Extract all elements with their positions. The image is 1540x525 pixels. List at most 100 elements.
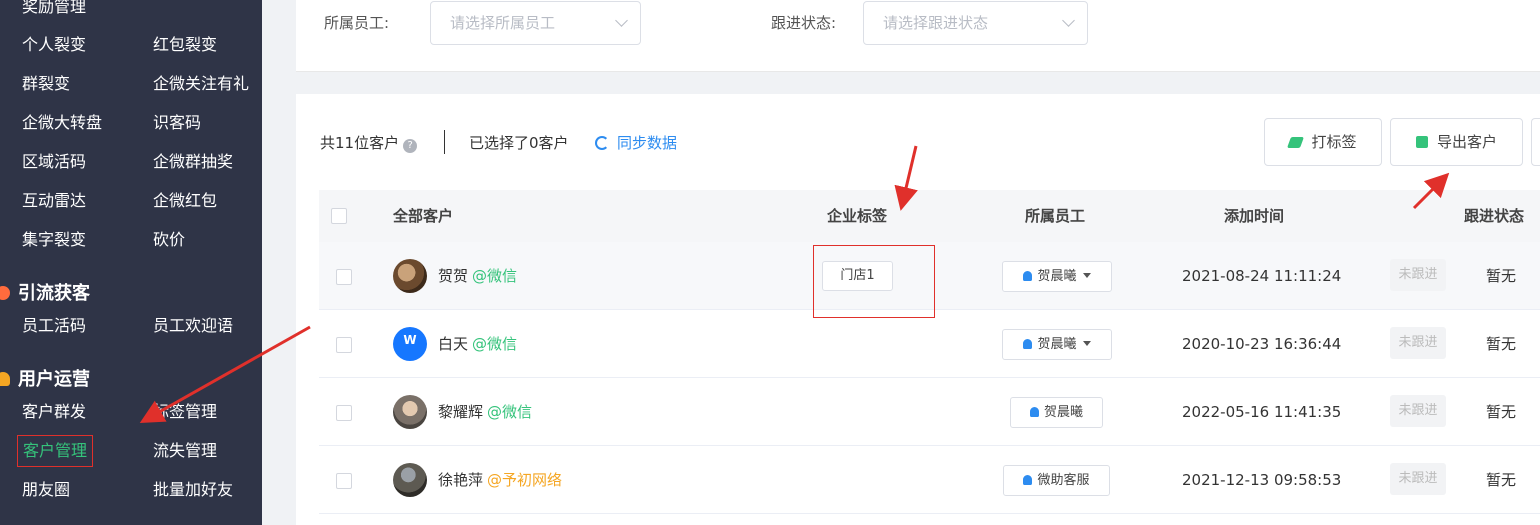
person-icon	[1023, 475, 1033, 485]
sidebar-item-churn-manage[interactable]: 流失管理	[153, 440, 217, 462]
follow-note: 暂无	[1486, 403, 1517, 421]
customer-count: 共11位客户?	[320, 132, 418, 154]
refresh-icon	[595, 136, 609, 150]
table-header: 全部客户 企业标签 所属员工 添加时间 跟进状态	[319, 190, 1540, 242]
staff-select-placeholder: 请选择所属员工	[450, 14, 556, 32]
filter-bar: 所属员工: 请选择所属员工 跟进状态: 请选择跟进状态	[296, 0, 1540, 72]
staff-name: 贺晨曦	[1037, 337, 1077, 352]
status-select[interactable]: 请选择跟进状态	[863, 1, 1088, 45]
status-badge: 未跟进	[1390, 259, 1446, 291]
sidebar-item-group-fission[interactable]: 群裂变	[22, 73, 70, 95]
staff-dropdown[interactable]: 贺晨曦	[1002, 329, 1112, 360]
chevron-down-icon	[1062, 14, 1075, 27]
customer-name-text: 徐艳萍	[438, 471, 484, 489]
sidebar-item-redpacket-fission[interactable]: 红包裂变	[153, 34, 217, 56]
export-icon	[1415, 136, 1428, 148]
sidebar-item-batch-add[interactable]: 批量加好友	[153, 479, 233, 501]
header-added-time: 添加时间	[1224, 207, 1285, 225]
header-tags: 企业标签	[827, 207, 888, 225]
row-checkbox[interactable]	[336, 269, 352, 285]
staff-select[interactable]: 请选择所属员工	[430, 1, 641, 45]
customer-name[interactable]: 贺贺 @微信	[438, 265, 517, 287]
table-row[interactable]: W 白天 @微信 贺晨曦 2020-10-23 16:36:44 未跟进 暂无	[319, 310, 1540, 378]
sidebar-item-customer-code[interactable]: 识客码	[153, 112, 201, 134]
chevron-down-icon	[615, 14, 628, 27]
sidebar-item-tag-manage[interactable]: 标签管理	[153, 401, 217, 423]
row-checkbox[interactable]	[336, 405, 352, 421]
sidebar-item-personal-fission[interactable]: 个人裂变	[22, 34, 86, 56]
customer-name-text: 黎耀辉	[438, 403, 484, 421]
sidebar-item-mass-send[interactable]: 客户群发	[22, 401, 86, 423]
help-icon[interactable]: ?	[403, 139, 418, 153]
sidebar-item-bargain[interactable]: 砍价	[153, 229, 185, 251]
avatar: W	[393, 327, 427, 361]
tag-button[interactable]: 打标签	[1264, 118, 1382, 166]
staff-filter-label: 所属员工:	[324, 14, 390, 32]
customer-source: @微信	[487, 403, 533, 421]
table-row[interactable]: 徐艳萍 @予初网络 微助客服 2021-12-13 09:58:53 未跟进 暂无	[319, 446, 1540, 514]
staff-name: 贺晨曦	[1037, 269, 1077, 284]
selected-count: 已选择了0客户	[469, 134, 569, 152]
caret-down-icon	[1082, 273, 1091, 278]
customer-name-text: 白天	[438, 335, 469, 353]
follow-note: 暂无	[1486, 267, 1517, 285]
more-button[interactable]	[1531, 118, 1540, 166]
sync-data-link[interactable]: 同步数据	[595, 132, 677, 154]
sidebar-item-radar[interactable]: 互动雷达	[22, 190, 86, 212]
customer-source: @微信	[472, 335, 518, 353]
export-button[interactable]: 导出客户	[1390, 118, 1523, 166]
annotation-box	[813, 245, 935, 318]
sidebar-item-rewards[interactable]: 奖励管理	[22, 0, 86, 18]
user-icon	[0, 372, 10, 386]
row-checkbox[interactable]	[336, 337, 352, 353]
sidebar-item-area-code[interactable]: 区域活码	[22, 151, 86, 173]
export-button-label: 导出客户	[1436, 133, 1497, 151]
section-ops: 用户运营	[0, 365, 90, 391]
tag-icon	[1287, 137, 1305, 148]
section-traffic: 引流获客	[0, 279, 90, 305]
customer-name[interactable]: 黎耀辉 @微信	[438, 401, 532, 423]
person-icon	[1023, 339, 1033, 349]
added-time: 2021-08-24 11:11:24	[1182, 267, 1342, 285]
avatar	[393, 463, 427, 497]
status-filter-label: 跟进状态:	[771, 14, 837, 32]
section-ops-label: 用户运营	[18, 369, 90, 390]
staff-name: 贺晨曦	[1043, 405, 1083, 420]
staff-button[interactable]: 贺晨曦	[1010, 397, 1103, 428]
status-badge: 未跟进	[1390, 395, 1446, 427]
row-checkbox[interactable]	[336, 473, 352, 489]
app-root: 奖励管理 个人裂变 红包裂变 群裂变 企微关注有礼 企微大转盘 识客码 区域活码…	[0, 0, 1540, 525]
sidebar-item-redpacket[interactable]: 企微红包	[153, 190, 217, 212]
person-icon	[1029, 407, 1039, 417]
header-status: 跟进状态	[1464, 207, 1525, 225]
customer-name[interactable]: 徐艳萍 @予初网络	[438, 469, 562, 491]
status-badge: 未跟进	[1390, 463, 1446, 495]
sidebar-item-follow-gift[interactable]: 企微关注有礼	[153, 73, 249, 95]
customer-name-text: 贺贺	[438, 267, 469, 285]
sidebar-item-moments[interactable]: 朋友圈	[22, 479, 70, 501]
staff-button[interactable]: 微助客服	[1003, 465, 1110, 496]
table-row[interactable]: 黎耀辉 @微信 贺晨曦 2022-05-16 11:41:35 未跟进 暂无	[319, 378, 1540, 446]
added-time: 2021-12-13 09:58:53	[1182, 471, 1342, 489]
select-all-checkbox[interactable]	[331, 208, 347, 224]
customer-name[interactable]: 白天 @微信	[438, 333, 517, 355]
added-time: 2020-10-23 16:36:44	[1182, 335, 1342, 353]
sidebar-item-wheel[interactable]: 企微大转盘	[22, 112, 102, 134]
staff-name: 微助客服	[1037, 473, 1090, 488]
tag-button-label: 打标签	[1311, 133, 1357, 151]
sidebar-item-welcome[interactable]: 员工欢迎语	[153, 315, 233, 337]
staff-dropdown[interactable]: 贺晨曦	[1002, 261, 1112, 292]
divider	[444, 130, 445, 154]
sidebar-item-word-fission[interactable]: 集字裂变	[22, 229, 86, 251]
sidebar-item-staff-code[interactable]: 员工活码	[22, 315, 86, 337]
sidebar-item-customer-manage[interactable]: 客户管理	[16, 435, 94, 467]
customer-source: @微信	[472, 267, 518, 285]
header-customer: 全部客户	[393, 207, 454, 225]
header-staff: 所属员工	[1025, 207, 1086, 225]
status-badge: 未跟进	[1390, 327, 1446, 359]
sidebar-item-group-lottery[interactable]: 企微群抽奖	[153, 151, 233, 173]
sync-label: 同步数据	[617, 134, 678, 152]
person-icon	[1023, 271, 1033, 281]
customer-source: @予初网络	[487, 471, 563, 489]
added-time: 2022-05-16 11:41:35	[1182, 403, 1342, 421]
